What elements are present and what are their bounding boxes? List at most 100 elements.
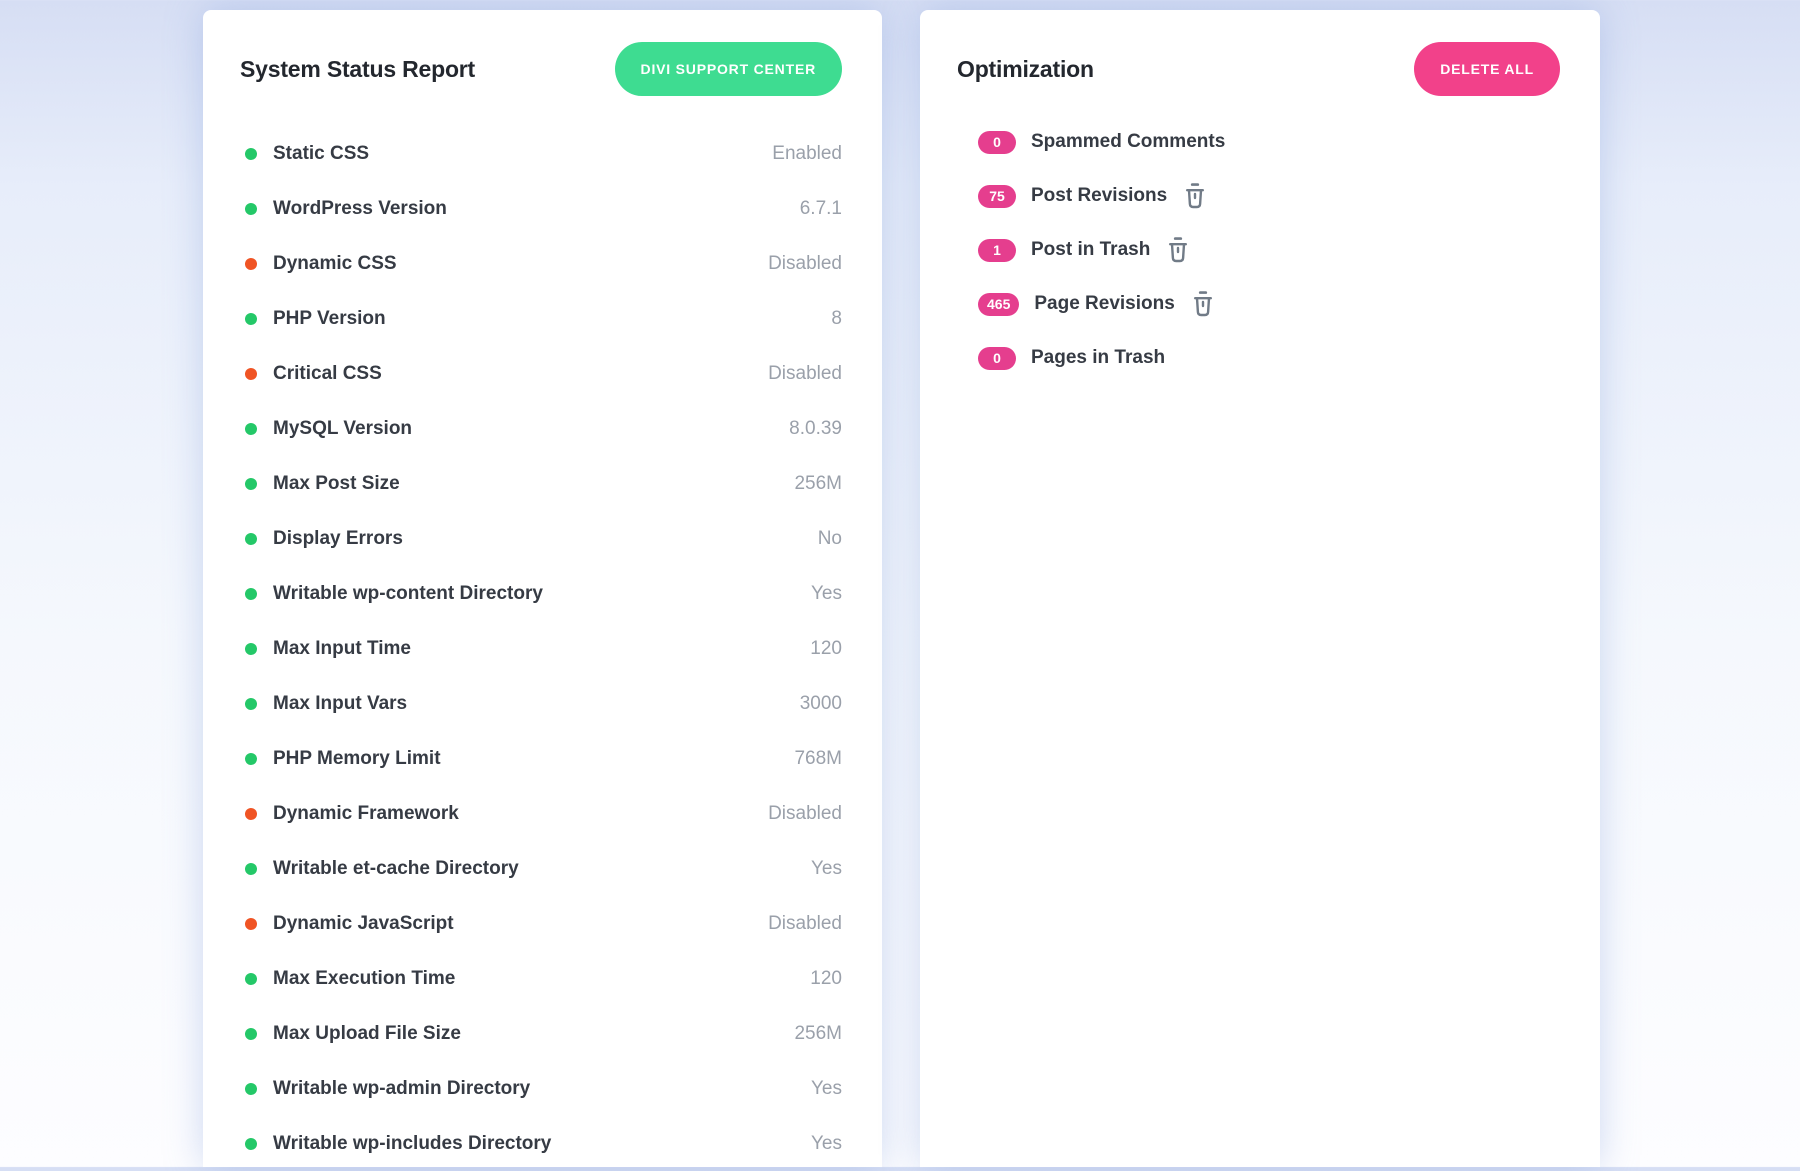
status-dot-icon	[245, 753, 257, 765]
status-row: Max Post Size 256M	[203, 456, 882, 511]
status-dot-icon	[245, 423, 257, 435]
count-badge: 0	[978, 347, 1016, 370]
status-label: Max Post Size	[273, 473, 400, 495]
status-row: Dynamic JavaScript Disabled	[203, 896, 882, 951]
status-row: Critical CSS Disabled	[203, 346, 882, 401]
system-status-header: System Status Report DIVI SUPPORT CENTER	[203, 10, 882, 96]
optimization-row: 0 Pages in Trash	[920, 331, 1600, 385]
optimization-card: Optimization DELETE ALL 0 Spammed Commen…	[920, 10, 1600, 1167]
status-label: Dynamic CSS	[273, 253, 397, 275]
status-label: Dynamic JavaScript	[273, 913, 454, 935]
count-badge: 1	[978, 239, 1016, 262]
optimization-label: Spammed Comments	[1031, 131, 1225, 153]
optimization-row: 1 Post in Trash	[920, 223, 1600, 277]
system-status-list: Static CSS Enabled WordPress Version 6.7…	[203, 126, 882, 1171]
status-row: Max Input Time 120	[203, 621, 882, 676]
status-value: Enabled	[772, 143, 842, 165]
status-dot-icon	[245, 368, 257, 380]
trash-icon[interactable]	[1192, 291, 1214, 317]
status-dot-icon	[245, 1028, 257, 1040]
status-label: Critical CSS	[273, 363, 382, 385]
status-value: Disabled	[768, 253, 842, 275]
status-dot-icon	[245, 643, 257, 655]
status-row: Dynamic Framework Disabled	[203, 786, 882, 841]
optimization-label: Pages in Trash	[1031, 347, 1165, 369]
status-dot-icon	[245, 588, 257, 600]
status-row: Max Upload File Size 256M	[203, 1006, 882, 1061]
optimization-label: Post Revisions	[1031, 185, 1167, 207]
divi-support-center-button[interactable]: DIVI SUPPORT CENTER	[615, 42, 842, 96]
status-row: Writable et-cache Directory Yes	[203, 841, 882, 896]
optimization-label: Post in Trash	[1031, 239, 1150, 261]
status-dot-icon	[245, 808, 257, 820]
status-label: Writable wp-includes Directory	[273, 1133, 551, 1155]
status-row: PHP Version 8	[203, 291, 882, 346]
count-badge: 465	[978, 293, 1019, 316]
status-value: Yes	[811, 1078, 842, 1100]
optimization-label: Page Revisions	[1034, 293, 1174, 315]
status-label: Max Execution Time	[273, 968, 455, 990]
status-dot-icon	[245, 258, 257, 270]
status-row: WordPress Version 6.7.1	[203, 181, 882, 236]
status-row: Max Input Vars 3000	[203, 676, 882, 731]
status-dot-icon	[245, 478, 257, 490]
status-value: Disabled	[768, 803, 842, 825]
trash-icon[interactable]	[1167, 237, 1189, 263]
delete-all-button[interactable]: DELETE ALL	[1414, 42, 1560, 96]
status-dot-icon	[245, 918, 257, 930]
optimization-list: 0 Spammed Comments 75 Post Revisions 1 P…	[920, 115, 1600, 385]
status-label: Display Errors	[273, 528, 403, 550]
status-dot-icon	[245, 148, 257, 160]
system-status-title: System Status Report	[240, 56, 475, 83]
status-row: Max Execution Time 120	[203, 951, 882, 1006]
status-row: MySQL Version 8.0.39	[203, 401, 882, 456]
optimization-title: Optimization	[957, 56, 1094, 83]
status-dot-icon	[245, 1083, 257, 1095]
status-value: Yes	[811, 583, 842, 605]
status-label: Writable wp-admin Directory	[273, 1078, 530, 1100]
status-value: 256M	[794, 473, 842, 495]
status-row: Writable wp-admin Directory Yes	[203, 1061, 882, 1116]
status-value: 3000	[800, 693, 842, 715]
status-value: No	[818, 528, 842, 550]
status-label: Writable wp-content Directory	[273, 583, 543, 605]
status-row: Dynamic CSS Disabled	[203, 236, 882, 291]
count-badge: 75	[978, 185, 1016, 208]
optimization-row: 0 Spammed Comments	[920, 115, 1600, 169]
status-row: Static CSS Enabled	[203, 126, 882, 181]
status-value: 768M	[794, 748, 842, 770]
status-dot-icon	[245, 203, 257, 215]
optimization-header: Optimization DELETE ALL	[920, 10, 1600, 96]
status-value: Disabled	[768, 913, 842, 935]
status-label: Max Input Vars	[273, 693, 407, 715]
status-label: PHP Version	[273, 308, 386, 330]
optimization-row: 465 Page Revisions	[920, 277, 1600, 331]
status-row: Writable wp-includes Directory Yes	[203, 1116, 882, 1171]
status-label: Dynamic Framework	[273, 803, 459, 825]
status-label: Max Upload File Size	[273, 1023, 461, 1045]
trash-icon[interactable]	[1184, 183, 1206, 209]
status-value: 8.0.39	[789, 418, 842, 440]
status-value: 256M	[794, 1023, 842, 1045]
optimization-row: 75 Post Revisions	[920, 169, 1600, 223]
status-label: Max Input Time	[273, 638, 411, 660]
status-label: Static CSS	[273, 143, 369, 165]
status-dot-icon	[245, 533, 257, 545]
status-row: PHP Memory Limit 768M	[203, 731, 882, 786]
status-dot-icon	[245, 863, 257, 875]
status-value: 8	[831, 308, 842, 330]
status-value: Yes	[811, 1133, 842, 1155]
status-dot-icon	[245, 973, 257, 985]
count-badge: 0	[978, 131, 1016, 154]
status-row: Display Errors No	[203, 511, 882, 566]
status-label: MySQL Version	[273, 418, 412, 440]
status-value: 6.7.1	[800, 198, 842, 220]
status-label: WordPress Version	[273, 198, 447, 220]
status-label: PHP Memory Limit	[273, 748, 441, 770]
status-label: Writable et-cache Directory	[273, 858, 519, 880]
status-dot-icon	[245, 313, 257, 325]
status-value: Yes	[811, 858, 842, 880]
status-dot-icon	[245, 698, 257, 710]
system-status-card: System Status Report DIVI SUPPORT CENTER…	[203, 10, 882, 1167]
status-value: 120	[810, 638, 842, 660]
